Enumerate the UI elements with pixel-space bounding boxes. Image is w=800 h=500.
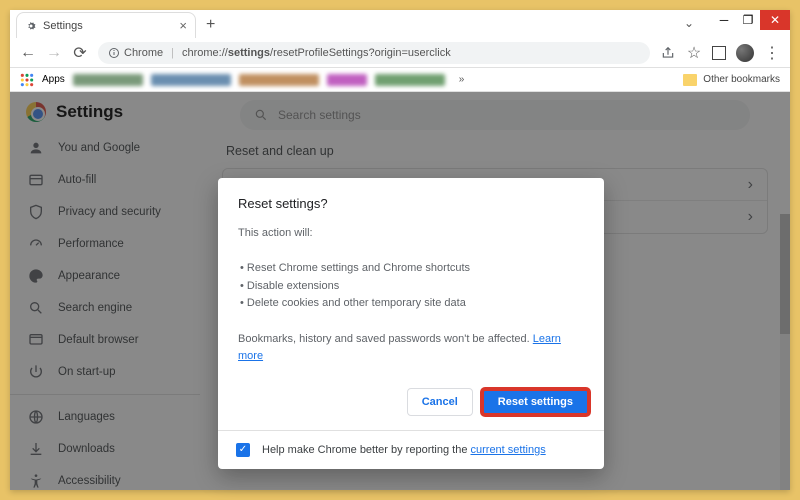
cancel-button[interactable]: Cancel: [407, 388, 473, 416]
forward-button[interactable]: →: [46, 45, 62, 61]
new-tab-button[interactable]: +: [206, 16, 215, 34]
dialog-bullet: • Delete cookies and other temporary sit…: [240, 295, 584, 313]
dialog-bullet: • Disable extensions: [240, 278, 584, 296]
reset-settings-button[interactable]: Reset settings: [481, 388, 590, 416]
url-scheme: Chrome: [124, 47, 163, 59]
report-checkbox[interactable]: ✓: [236, 443, 250, 457]
dialog-bullet: • Reset Chrome settings and Chrome short…: [240, 260, 584, 278]
dialog-intro: This action will:: [238, 225, 584, 243]
extensions-icon[interactable]: [712, 46, 726, 60]
minimize-button[interactable]: ─: [712, 10, 736, 30]
reload-button[interactable]: ⟳: [72, 45, 88, 61]
dialog-note: Bookmarks, history and saved passwords w…: [238, 333, 533, 345]
close-tab-icon[interactable]: ×: [179, 18, 187, 33]
dialog-title: Reset settings?: [238, 196, 584, 211]
reset-settings-dialog: Reset settings? This action will: • Rese…: [218, 178, 604, 469]
browser-toolbar: ← → ⟳ Chrome | chrome://settings/resetPr…: [10, 38, 790, 68]
current-settings-link[interactable]: current settings: [471, 444, 546, 456]
tab-title: Settings: [43, 20, 83, 32]
apps-icon[interactable]: [20, 73, 34, 87]
browser-tab[interactable]: Settings ×: [16, 12, 196, 38]
report-label: Help make Chrome better by reporting the…: [262, 444, 546, 456]
bookmark-star-icon[interactable]: ☆: [686, 45, 702, 61]
bookmarks-bar: Apps » Other bookmarks: [10, 68, 790, 92]
close-window-button[interactable]: ✕: [760, 10, 790, 30]
info-icon: [108, 47, 120, 59]
gear-icon: [25, 20, 37, 32]
other-bookmarks[interactable]: Other bookmarks: [683, 74, 780, 86]
overflow-icon[interactable]: »: [459, 74, 465, 85]
menu-icon[interactable]: ⋮: [764, 45, 780, 61]
share-icon[interactable]: [660, 45, 676, 61]
folder-icon: [683, 74, 697, 86]
apps-label[interactable]: Apps: [42, 74, 65, 85]
back-button[interactable]: ←: [20, 45, 36, 61]
address-bar[interactable]: Chrome | chrome://settings/resetProfileS…: [98, 42, 650, 64]
maximize-button[interactable]: ❐: [736, 10, 760, 30]
profile-avatar[interactable]: [736, 44, 754, 62]
tabs-dropdown-icon[interactable]: ⌄: [684, 16, 694, 30]
window-titlebar: Settings × + ⌄ ─ ❐ ✕: [10, 10, 790, 38]
